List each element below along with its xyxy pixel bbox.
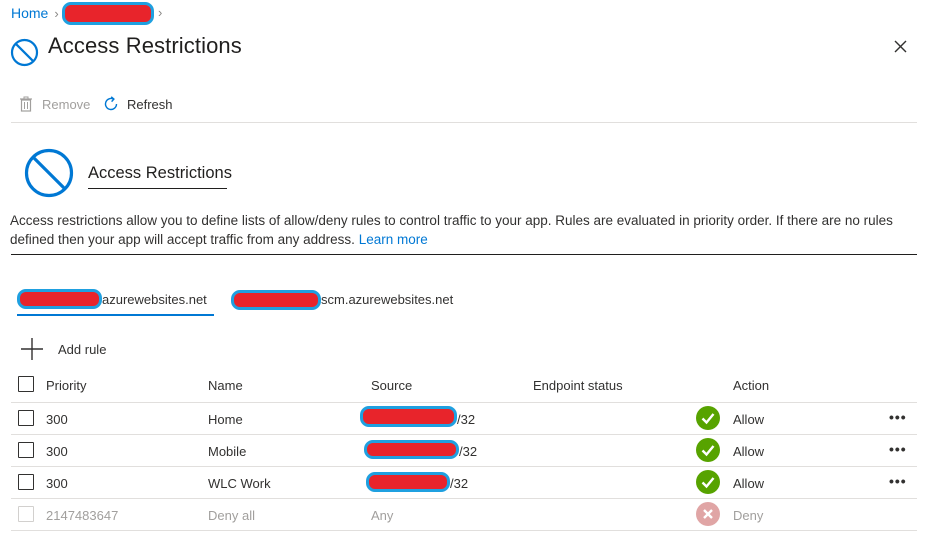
row-divider [11,466,917,467]
more-icon[interactable]: ••• [889,473,907,489]
redacted-scm-name [231,290,321,310]
check-icon [696,406,720,430]
row-divider [11,498,917,499]
description-text: Access restrictions allow you to define … [10,213,893,247]
redacted-site-name [17,289,102,309]
redacted-source-ip [366,472,450,492]
cell-action: Allow [733,412,765,427]
add-rule-label: Add rule [58,341,107,357]
remove-label: Remove [42,96,91,112]
cell-action: Allow [733,444,765,459]
learn-more-link[interactable]: Learn more [359,232,428,247]
refresh-icon [104,96,118,111]
block-icon [24,148,74,198]
cell-name: Mobile [208,444,247,459]
row-divider [11,434,917,435]
cell-priority: 300 [46,444,68,459]
breadcrumb-home-link[interactable]: Home [11,5,48,21]
column-header-name[interactable]: Name [208,378,243,393]
more-icon[interactable]: ••• [889,441,907,457]
refresh-button[interactable]: Refresh [103,96,173,112]
cell-source-suffix: /32 [450,476,469,491]
cell-source-suffix: /32 [457,412,476,427]
select-all-checkbox[interactable] [18,376,34,392]
chevron-right-icon: › [158,5,163,20]
section-heading-underline [88,188,227,189]
block-icon [10,38,39,67]
chevron-right-icon: › [54,5,59,21]
row-divider [11,530,917,531]
cell-action: Allow [733,476,765,491]
row-checkbox[interactable] [18,442,34,458]
cell-name: Deny all [208,508,255,523]
cell-source: Any [371,508,394,523]
description: Access restrictions allow you to define … [10,211,915,249]
description-divider [11,254,917,255]
trash-icon [20,96,32,112]
row-checkbox-disabled [18,506,34,522]
header-divider [11,402,917,403]
tab-active-indicator [17,314,214,316]
cell-priority: 300 [46,412,68,427]
cell-priority: 2147483647 [46,508,119,523]
redacted-source-ip [364,440,459,459]
redacted-breadcrumb-item [62,2,154,25]
column-header-endpoint-status[interactable]: Endpoint status [533,378,623,393]
section-heading: Access Restrictions [88,164,232,182]
check-icon [696,470,720,494]
tab-main-site[interactable]: azurewebsites.net [102,292,207,307]
plus-icon [21,338,43,360]
redacted-source-ip [360,406,457,427]
more-icon[interactable]: ••• [889,409,907,425]
cell-source-suffix: /32 [459,444,478,459]
row-checkbox[interactable] [18,474,34,490]
cell-name: WLC Work [208,476,271,491]
column-header-priority[interactable]: Priority [46,378,86,393]
cell-priority: 300 [46,476,68,491]
cell-action: Deny [733,508,764,523]
column-header-action[interactable]: Action [733,378,769,393]
x-icon [696,502,720,526]
page-title: Access Restrictions [48,33,242,58]
refresh-label: Refresh [127,96,173,112]
cell-name: Home [208,412,243,427]
check-icon [696,438,720,462]
close-icon[interactable] [894,40,907,53]
tab-scm-site[interactable]: scm.azurewebsites.net [321,292,453,307]
column-header-source[interactable]: Source [371,378,412,393]
remove-button[interactable]: Remove [19,96,90,112]
row-checkbox[interactable] [18,410,34,426]
toolbar-divider [11,122,917,123]
add-rule-button[interactable]: Add rule [20,337,106,361]
breadcrumb: Home › [11,5,59,21]
